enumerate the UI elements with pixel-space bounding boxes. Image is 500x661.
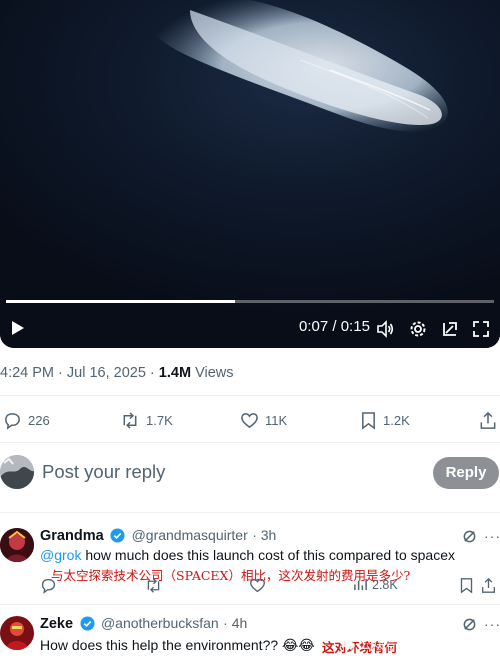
reply-input[interactable]: Post your reply bbox=[42, 461, 165, 483]
views-chart-icon bbox=[354, 578, 367, 591]
settings-gear-icon[interactable] bbox=[409, 320, 427, 338]
bookmark-icon[interactable] bbox=[459, 577, 474, 594]
bookmark-icon bbox=[362, 411, 375, 430]
post-views-label: Views bbox=[195, 365, 234, 381]
bookmark-action[interactable]: 1.2K bbox=[360, 410, 410, 430]
grok-icon[interactable] bbox=[462, 529, 477, 544]
post-timestamp[interactable]: 4:24 PM · Jul 16, 2025 · bbox=[0, 365, 155, 381]
repost-count: 1.7K bbox=[146, 412, 173, 428]
reply-icon bbox=[5, 412, 20, 430]
reply-action[interactable]: 226 bbox=[3, 410, 50, 430]
share-icon[interactable] bbox=[481, 577, 496, 594]
post-views-count: 1.4M bbox=[158, 365, 192, 381]
more-options-icon[interactable]: ··· bbox=[484, 616, 500, 632]
reply-tweet[interactable]: Zeke @anotherbucksfan · 4h ··· How does … bbox=[0, 608, 500, 661]
views-count: 2.8K bbox=[372, 577, 398, 592]
video-duration: 0:15 bbox=[340, 318, 370, 335]
divider bbox=[0, 442, 500, 443]
heart-icon[interactable] bbox=[249, 577, 266, 594]
reply-button[interactable]: Reply bbox=[433, 457, 499, 489]
reply-icon[interactable] bbox=[40, 577, 57, 594]
video-progress-fill bbox=[6, 300, 236, 303]
views-action[interactable]: 2.8K bbox=[353, 577, 398, 592]
play-icon[interactable] bbox=[10, 320, 26, 336]
grok-icon[interactable] bbox=[462, 617, 477, 632]
repost-icon[interactable] bbox=[145, 577, 162, 594]
fullscreen-icon[interactable] bbox=[472, 320, 490, 338]
like-action[interactable]: 11K bbox=[240, 410, 287, 430]
reply-action-bar: 2.8K bbox=[40, 576, 500, 596]
divider bbox=[0, 512, 500, 513]
reply-text: How does this help the environment?? 😂😂 bbox=[40, 637, 315, 653]
like-count: 11K bbox=[265, 412, 288, 428]
divider bbox=[0, 604, 500, 605]
verified-badge-icon bbox=[79, 616, 95, 631]
author-name[interactable]: Grandma bbox=[40, 528, 104, 544]
wechat-icon bbox=[341, 638, 355, 649]
bookmark-count: 1.2K bbox=[383, 412, 410, 428]
verified-badge-icon bbox=[110, 528, 125, 543]
watermark-text: 闪电之声 bbox=[434, 639, 485, 654]
repost-icon bbox=[123, 411, 137, 429]
video-time: 0:07 / 0:15 bbox=[299, 318, 370, 335]
video-progress-bar[interactable] bbox=[6, 300, 494, 303]
user-avatar[interactable] bbox=[0, 455, 34, 489]
reply-time[interactable]: · 3h bbox=[252, 527, 276, 543]
avatar[interactable] bbox=[0, 616, 34, 650]
reply-text: @grok how much does this launch cost of … bbox=[40, 547, 455, 563]
reply-header: Zeke @anotherbucksfan · 4h bbox=[40, 615, 247, 633]
watermark-label: 公众号 bbox=[359, 637, 397, 652]
mention-link[interactable]: @grok bbox=[40, 547, 81, 563]
reply-tweet[interactable]: Grandma @grandmasquirter · 3h ··· @grok … bbox=[0, 520, 500, 606]
author-handle[interactable]: @anotherbucksfan bbox=[101, 615, 219, 631]
repost-action[interactable]: 1.7K bbox=[120, 410, 173, 430]
heart-icon bbox=[241, 412, 258, 428]
reply-header: Grandma @grandmasquirter · 3h bbox=[40, 527, 276, 545]
reply-time[interactable]: · 4h bbox=[223, 615, 247, 631]
author-name[interactable]: Zeke bbox=[40, 616, 73, 632]
reply-count: 226 bbox=[28, 412, 50, 428]
watermark: 闪电之声 bbox=[420, 636, 484, 655]
avatar[interactable] bbox=[0, 528, 34, 562]
video-current-time: 0:07 bbox=[299, 318, 329, 335]
divider bbox=[0, 395, 500, 396]
share-icon[interactable] bbox=[479, 410, 497, 430]
rocket-plume-image bbox=[139, 0, 448, 132]
post-meta: 4:24 PM · Jul 16, 2025 · 1.4M Views bbox=[0, 365, 233, 381]
volume-icon[interactable] bbox=[376, 320, 394, 338]
author-handle[interactable]: @grandmasquirter bbox=[132, 527, 248, 543]
picture-in-picture-icon[interactable] bbox=[441, 320, 459, 338]
video-player[interactable]: 0:07 / 0:15 bbox=[0, 0, 500, 348]
search-icon bbox=[420, 640, 432, 651]
reply-text-content: how much does this launch cost of this c… bbox=[81, 547, 455, 563]
more-options-icon[interactable]: ··· bbox=[484, 528, 500, 544]
watermark-badge: 公众号 bbox=[340, 634, 397, 653]
